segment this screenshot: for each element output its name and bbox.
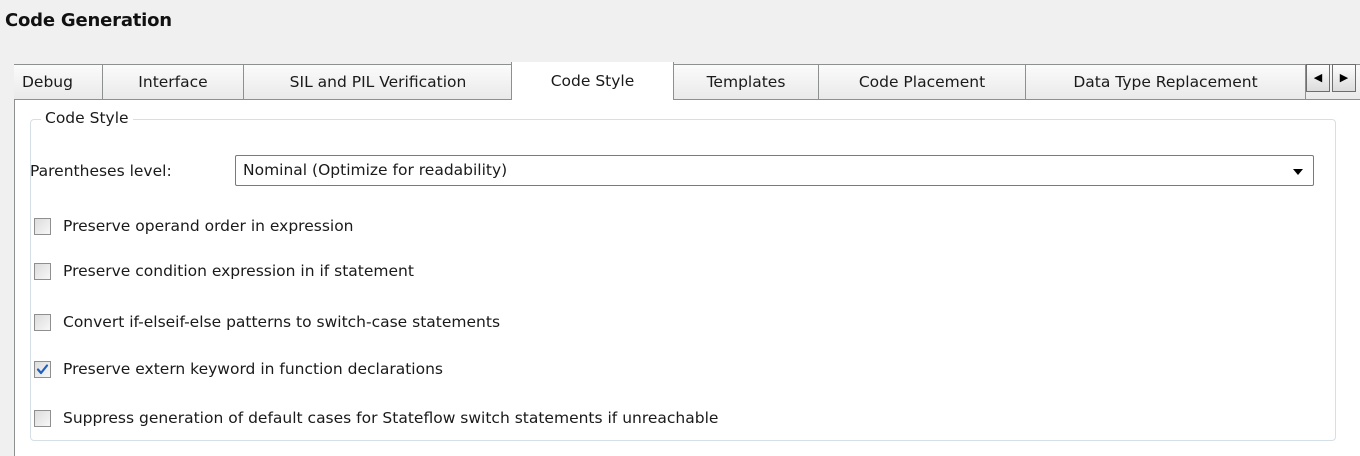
checkbox-label: Preserve extern keyword in function decl… [63, 360, 443, 378]
checkbox-label: Suppress generation of default cases for… [63, 409, 719, 427]
tab-label: Debug [22, 73, 73, 91]
tab-label: SIL and PIL Verification [289, 73, 467, 91]
preserve-condition-expression-option[interactable]: Preserve condition expression in if stat… [34, 260, 414, 282]
tab-label: Data Type Replacement [1073, 73, 1258, 91]
suppress-default-cases-option[interactable]: Suppress generation of default cases for… [34, 407, 718, 429]
checkbox[interactable] [34, 262, 51, 280]
tab-scroll-left-button[interactable]: ◀ [1306, 64, 1330, 92]
checkbox-label: Convert if-elseif-else patterns to switc… [63, 313, 501, 331]
tab-scroll-right-button[interactable]: ▶ [1332, 64, 1356, 92]
checkbox[interactable] [34, 313, 51, 331]
preserve-extern-keyword-option[interactable]: Preserve extern keyword in function decl… [34, 358, 443, 380]
checkbox-checked[interactable] [34, 360, 51, 378]
tab-debug[interactable]: Debug [14, 64, 103, 100]
checkbox[interactable] [34, 217, 51, 235]
dropdown-value: Nominal (Optimize for readability) [243, 161, 508, 179]
checkbox-label: Preserve operand order in expression [63, 217, 354, 235]
convert-if-elseif-else-option[interactable]: Convert if-elseif-else patterns to switc… [34, 311, 500, 333]
arrow-left-icon: ◀ [1313, 71, 1323, 84]
tab-interface[interactable]: Interface [102, 64, 244, 100]
tab-strip: Debug Interface SIL and PIL Verification… [14, 62, 1360, 100]
check-mark-icon [36, 363, 49, 374]
tab-data-type-replacement[interactable]: Data Type Replacement [1025, 64, 1306, 100]
parentheses-level-label: Parentheses level: [30, 162, 172, 180]
tab-sil-and-pil-verification[interactable]: SIL and PIL Verification [243, 64, 513, 100]
tab-label: Code Style [550, 72, 635, 90]
checkbox[interactable] [34, 409, 51, 427]
group-title: Code Style [41, 109, 133, 127]
parentheses-level-dropdown[interactable]: Nominal (Optimize for readability) [235, 155, 1314, 186]
arrow-right-icon: ▶ [1339, 71, 1349, 84]
tab-templates[interactable]: Templates [673, 64, 819, 100]
tab-label: Templates [706, 73, 786, 91]
tab-code-placement[interactable]: Code Placement [818, 64, 1026, 100]
code-generation-panel: Code Generation Debug Interface SIL and … [0, 0, 1360, 456]
tab-label: Interface [138, 73, 208, 91]
tab-code-style[interactable]: Code Style [511, 62, 674, 100]
panel-title: Code Generation [5, 10, 172, 31]
dropdown-arrow-icon [1293, 169, 1303, 175]
tab-label: Code Placement [858, 73, 986, 91]
preserve-operand-order-option[interactable]: Preserve operand order in expression [34, 215, 354, 237]
tab-content: Code Style Parentheses level: Nominal (O… [14, 99, 1360, 456]
checkbox-label: Preserve condition expression in if stat… [63, 262, 414, 280]
